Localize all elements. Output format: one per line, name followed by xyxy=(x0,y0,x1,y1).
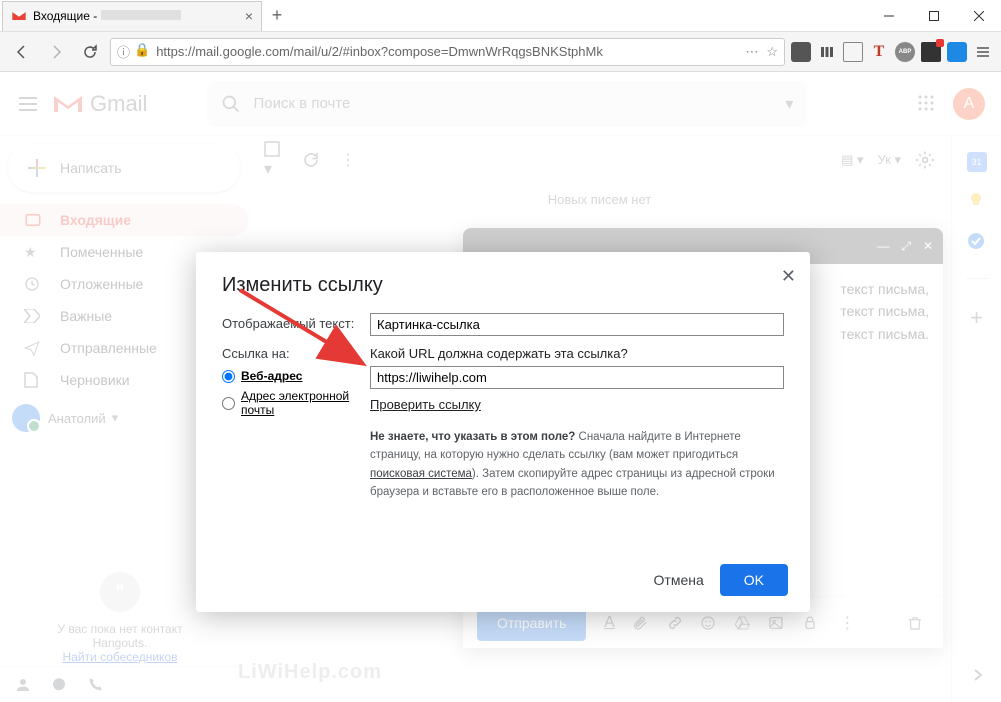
forward-button[interactable] xyxy=(42,38,70,66)
link-to-label: Ссылка на: xyxy=(222,346,370,361)
browser-titlebar: Входящие - × + xyxy=(0,0,1001,32)
url-input[interactable] xyxy=(370,366,784,389)
info-icon[interactable]: ⓘ xyxy=(117,42,130,61)
browser-menu-button[interactable] xyxy=(973,42,993,62)
radio-email-address[interactable]: Адрес электронной почты xyxy=(222,389,370,417)
gmail-favicon-icon xyxy=(11,8,27,24)
edit-link-modal: ✕ Изменить ссылку Отображаемый текст: Сс… xyxy=(196,252,810,612)
url-bar[interactable]: ⓘ 🔒 https://mail.google.com/mail/u/2/#in… xyxy=(110,38,785,66)
tab-close-icon[interactable]: × xyxy=(245,8,253,24)
ext-icon-2[interactable] xyxy=(817,42,837,62)
window-maximize-button[interactable] xyxy=(911,0,956,32)
window-minimize-button[interactable] xyxy=(866,0,911,32)
window-close-button[interactable] xyxy=(956,0,1001,32)
reload-button[interactable] xyxy=(76,38,104,66)
help-text: Не знаете, что указать в этом поле? Снач… xyxy=(370,428,784,502)
display-text-label: Отображаемый текст: xyxy=(222,313,370,336)
modal-title: Изменить ссылку xyxy=(222,274,784,297)
ext-icon-3[interactable] xyxy=(843,42,863,62)
star-icon[interactable]: ☆ xyxy=(766,44,778,60)
tab-title-blur xyxy=(101,10,181,20)
ext-icon-t[interactable]: T xyxy=(869,42,889,62)
back-button[interactable] xyxy=(8,38,36,66)
modal-close-button[interactable]: ✕ xyxy=(781,266,796,287)
ok-button[interactable]: OK xyxy=(720,564,788,596)
browser-tab[interactable]: Входящие - × xyxy=(2,1,262,31)
ext-icon-abp[interactable]: ABP xyxy=(895,42,915,62)
ext-icon-blue[interactable] xyxy=(947,42,967,62)
extensions-area: T ABP xyxy=(791,42,993,62)
check-link[interactable]: Проверить ссылку xyxy=(370,397,481,412)
radio-web-address[interactable]: Веб-адрес xyxy=(222,369,370,383)
browser-toolbar: ⓘ 🔒 https://mail.google.com/mail/u/2/#in… xyxy=(0,32,1001,72)
tab-title: Входящие - xyxy=(33,9,97,23)
ext-icon-1[interactable] xyxy=(791,42,811,62)
new-tab-button[interactable]: + xyxy=(262,5,292,26)
url-text: https://mail.google.com/mail/u/2/#inbox?… xyxy=(156,44,739,59)
radio-email-input[interactable] xyxy=(222,397,235,410)
url-question-label: Какой URL должна содержать эта ссылка? xyxy=(370,346,784,361)
display-text-input[interactable] xyxy=(370,313,784,336)
cancel-button[interactable]: Отмена xyxy=(654,572,704,588)
lock-icon: 🔒 xyxy=(134,42,150,61)
radio-web-input[interactable] xyxy=(222,370,235,383)
ext-icon-rdot[interactable] xyxy=(921,42,941,62)
